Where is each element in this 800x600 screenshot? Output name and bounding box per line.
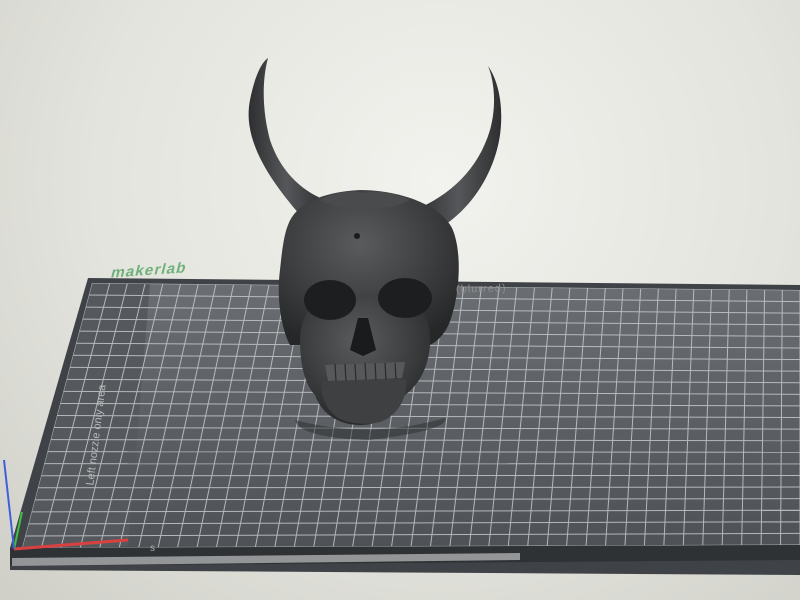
slicer-viewport[interactable]: makerlab (blurred) Left nozzle only area… (0, 0, 800, 600)
bed-corner-label: s (150, 543, 155, 554)
left-horn (248, 58, 325, 215)
scene-canvas[interactable] (0, 0, 800, 600)
axis-z (3, 459, 15, 550)
forehead-dot (354, 233, 360, 239)
right-eye-socket (378, 278, 432, 318)
left-eye-socket (304, 280, 356, 320)
right-horn (415, 66, 502, 228)
bed-model-label: (blurred) (455, 282, 507, 296)
grid-line-horizontal (47, 451, 800, 453)
